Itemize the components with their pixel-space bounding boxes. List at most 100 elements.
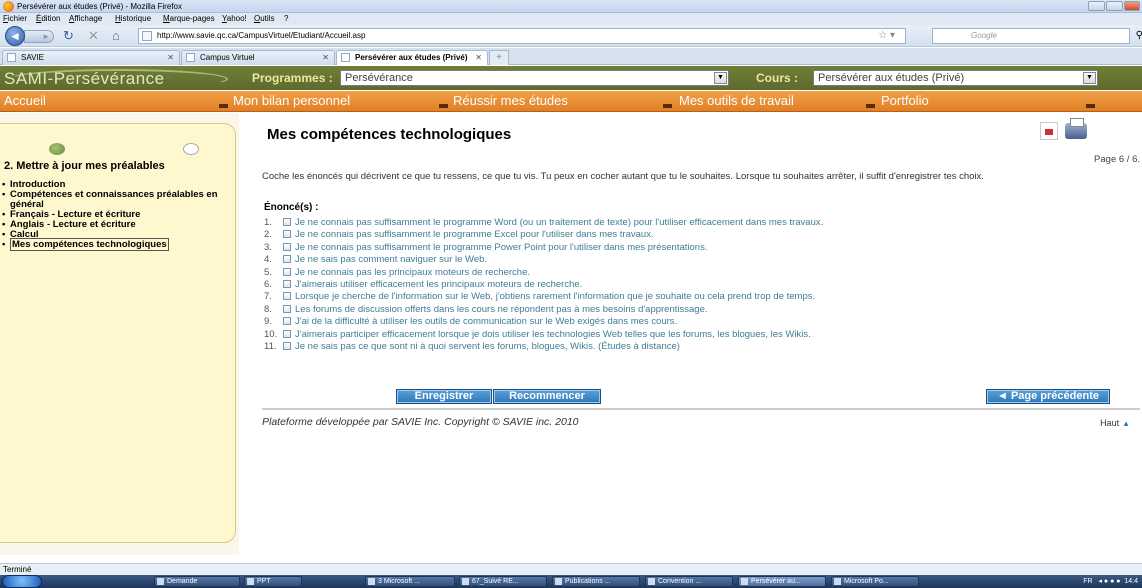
stop-icon[interactable]: ✕ (88, 29, 99, 43)
nav-outils-travail[interactable]: Mes outils de travail (679, 91, 879, 111)
main-content: Mes compétences technologiques Page 6 / … (262, 113, 1142, 555)
search-icon[interactable]: ⚲ (1136, 29, 1142, 43)
language-indicator[interactable]: FR (1083, 578, 1092, 585)
menu-help[interactable]: ? (284, 13, 288, 25)
enonce-checkbox[interactable] (283, 317, 291, 326)
enonce-number: 11. (264, 340, 277, 352)
tab-page-icon (7, 53, 16, 62)
taskbar-item[interactable]: Demande (154, 576, 240, 587)
menu-historique[interactable]: Historique (115, 13, 151, 25)
address-bar[interactable]: http://www.savie.qc.ca/CampusVirtuel/Etu… (138, 28, 906, 44)
home-icon[interactable]: ⌂ (112, 29, 120, 43)
nav-bilan-personnel[interactable]: Mon bilan personnel (233, 91, 452, 111)
menu-marque-pages[interactable]: Marque-pages (163, 13, 215, 25)
enonce-checkbox[interactable] (283, 329, 291, 338)
back-button[interactable]: ◄ (5, 26, 25, 46)
enonce-checkbox[interactable] (283, 292, 291, 301)
cours-select[interactable]: Persévérer aux études (Privé) ▼ (813, 70, 1098, 86)
taskbar-item[interactable]: 3 Microsoft ... (365, 576, 455, 587)
menu-fichier[interactable]: Fichier (3, 13, 27, 25)
enonce-label[interactable]: Je ne sais pas ce que sont ni à quoi ser… (295, 341, 680, 352)
enonce-checkbox[interactable] (283, 279, 291, 288)
taskbar-item[interactable]: Convention ... (645, 576, 733, 587)
programmes-select[interactable]: Persévérance ▼ (340, 70, 729, 86)
close-tab-icon[interactable]: ✕ (322, 51, 329, 64)
enonce-label[interactable]: Je ne connais pas suffisamment le progra… (295, 242, 707, 253)
enonce-item: 2. Je ne connais pas suffisamment le prog… (264, 229, 1134, 241)
save-button[interactable]: Enregistrer (396, 389, 492, 404)
cours-label: Cours : (756, 71, 798, 85)
previous-page-button[interactable]: ◄ Page précédente (986, 389, 1110, 404)
nav-portfolio[interactable]: Portfolio (881, 91, 1099, 111)
enonce-number: 9. (264, 316, 272, 328)
page-title: Mes compétences technologiques (267, 126, 512, 143)
enonce-checkbox[interactable] (283, 242, 291, 251)
enonce-label[interactable]: Lorsque je cherche de l'information sur … (295, 291, 815, 302)
menu-outils[interactable]: Outils (254, 13, 274, 25)
menu-affichage[interactable]: Affichage (69, 13, 102, 25)
close-tab-icon[interactable]: ✕ (167, 51, 174, 64)
enonce-label[interactable]: J'ai de la difficulté à utiliser les out… (295, 316, 677, 327)
tab-campus-virtuel[interactable]: Campus Virtuel ✕ (181, 50, 335, 65)
enonce-label[interactable]: Je ne connais pas les principaux moteurs… (295, 267, 530, 278)
sami-logo[interactable]: SAMI-Persévérance (4, 69, 236, 89)
enonce-label[interactable]: Je ne connais pas suffisamment le progra… (295, 229, 654, 240)
enonce-label[interactable]: Je ne sais pas comment naviguer sur le W… (295, 254, 487, 265)
back-to-top-link[interactable]: Haut ▲ (1100, 418, 1130, 428)
enonce-checkbox[interactable] (283, 230, 291, 239)
step-indicator-inactive[interactable] (183, 143, 199, 155)
close-window-button[interactable] (1124, 1, 1140, 11)
search-box[interactable]: Google ⚲ (932, 28, 1142, 44)
system-tray: FR ◂ ● ● ● 14:4 (1083, 575, 1142, 588)
new-tab-button[interactable]: + (489, 50, 509, 65)
enonce-number: 4. (264, 254, 272, 266)
close-tab-icon[interactable]: ✕ (475, 51, 482, 64)
tray-icons[interactable]: ◂ ● ● ● (1098, 578, 1120, 585)
enonce-label[interactable]: J'aimerais utiliser efficacement les pri… (295, 279, 582, 290)
back-to-top-label: Haut (1100, 418, 1120, 428)
nav-accueil[interactable]: Accueil (4, 91, 232, 111)
enonce-checkbox[interactable] (283, 255, 291, 264)
taskbar-item[interactable]: 67_Suivé RE... (459, 576, 547, 587)
taskbar-item[interactable]: Microsoft Po... (831, 576, 919, 587)
nav-reussir-etudes[interactable]: Réussir mes études (453, 91, 676, 111)
tab-savie[interactable]: SAVIE ✕ (2, 50, 180, 65)
taskbar-item[interactable]: Publications ... (552, 576, 640, 587)
maximize-button[interactable] (1106, 1, 1123, 11)
enonce-checkbox[interactable] (283, 341, 291, 350)
app-icon (462, 578, 469, 585)
sidebar-item-competences-technologiques[interactable]: Mes compétences technologiques (2, 238, 232, 251)
sidebar-item-competences-generales[interactable]: Compétences et connaissances préalables … (2, 190, 232, 210)
chevron-down-icon[interactable]: ▼ (714, 72, 727, 84)
forward-button[interactable]: ► (24, 30, 54, 43)
enonce-label[interactable]: Je ne connais pas suffisamment le progra… (295, 217, 823, 228)
bookmark-star-icon[interactable]: ☆ ▾ (878, 29, 895, 43)
enonce-label[interactable]: J'aimerais participer efficacement lorsq… (295, 329, 811, 340)
reset-button[interactable]: Recommencer (493, 389, 601, 404)
taskbar-item-active[interactable]: Persévérer au... (738, 576, 826, 587)
reload-icon[interactable]: ↻ (63, 29, 74, 43)
pdf-icon[interactable] (1040, 122, 1058, 140)
chevron-down-icon[interactable]: ▼ (1083, 72, 1096, 84)
main-navigation: Accueil Mon bilan personnel Réussir mes … (0, 91, 1142, 112)
enonce-checkbox[interactable] (283, 267, 291, 276)
step-indicator-active[interactable] (49, 143, 65, 155)
menu-edition[interactable]: Édition (36, 13, 60, 25)
enonce-number: 10. (264, 328, 278, 340)
app-icon (247, 578, 254, 585)
enonce-checkbox[interactable] (283, 218, 291, 226)
enonce-number: 1. (264, 217, 272, 228)
enonce-checkbox[interactable] (283, 304, 291, 313)
google-engine-icon[interactable] (935, 31, 963, 41)
menu-yahoo[interactable]: Yahoo! (222, 13, 247, 25)
taskbar-item-label: Publications ... (565, 578, 611, 585)
programmes-value: Persévérance (345, 72, 413, 84)
clock[interactable]: 14:4 (1124, 578, 1138, 585)
enonces-heading: Énoncé(s) : (264, 202, 319, 213)
start-button[interactable] (2, 575, 42, 588)
enonce-label[interactable]: Les forums de discussion offerts dans le… (295, 304, 708, 315)
minimize-button[interactable] (1088, 1, 1105, 11)
tab-perseverer[interactable]: Persévérer aux études (Privé) ✕ (336, 50, 488, 65)
print-icon[interactable] (1065, 118, 1087, 139)
taskbar-item[interactable]: PPT (244, 576, 302, 587)
